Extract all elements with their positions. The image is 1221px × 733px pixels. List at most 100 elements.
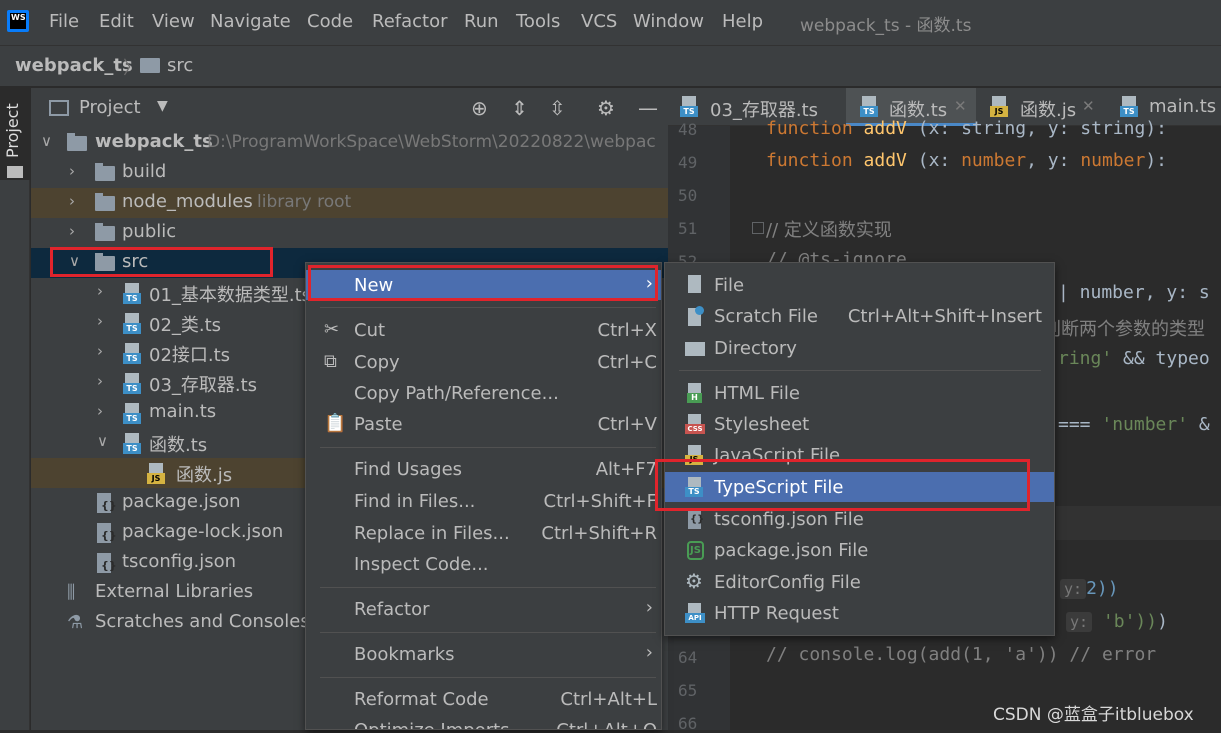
menu-run[interactable]: Run	[464, 11, 499, 32]
html-file-icon: H	[685, 383, 705, 403]
tree-row-root[interactable]: ∨ webpack_ts D:\ProgramWorkSpace\WebStor…	[31, 128, 668, 158]
copy-icon: ⧉	[324, 351, 337, 372]
menu-item-bookmarks[interactable]: Bookmarks ›	[306, 639, 661, 669]
tree-label: package-lock.json	[122, 521, 284, 542]
submenu-item-directory[interactable]: Directory	[665, 333, 1054, 363]
menu-separator	[320, 307, 656, 308]
chevron-right-icon[interactable]: ›	[69, 222, 75, 240]
menu-item-paste[interactable]: 📋 Paste Ctrl+V	[306, 409, 661, 439]
menu-help[interactable]: Help	[722, 11, 763, 32]
folder-icon	[140, 58, 160, 73]
tree-row-node-modules[interactable]: › node_modules library root	[31, 188, 668, 218]
context-menu: New › ✂ Cut Ctrl+X ⧉ Copy Ctrl+C Copy Pa…	[305, 262, 662, 730]
typescript-file-icon: TS	[123, 313, 143, 335]
chevron-down-icon[interactable]: ▼	[157, 98, 168, 114]
tree-label: tsconfig.json	[122, 551, 237, 572]
submenu-item-typescript-file[interactable]: TS TypeScript File	[665, 472, 1054, 502]
menu-item-inspect-code[interactable]: Inspect Code...	[306, 549, 661, 579]
submenu-item-file[interactable]: File	[665, 270, 1054, 300]
menu-edit[interactable]: Edit	[99, 11, 134, 32]
javascript-file-icon: JS	[990, 96, 1010, 118]
collapse-all-icon[interactable]: ⇳	[549, 96, 566, 120]
chevron-right-icon[interactable]: ›	[97, 372, 103, 390]
chevron-right-icon[interactable]: ›	[97, 402, 103, 420]
breadcrumb-folder[interactable]: src	[167, 55, 193, 76]
menu-item-new[interactable]: New ›	[306, 270, 661, 300]
submenu-item-editorconfig[interactable]: ⚙ EditorConfig File	[665, 567, 1054, 597]
menu-item-refactor[interactable]: Refactor ›	[306, 594, 661, 624]
menu-vcs[interactable]: VCS	[581, 11, 617, 32]
library-root-tag: library root	[257, 192, 352, 212]
gear-icon[interactable]: ⚙	[597, 96, 615, 120]
menu-item-copy-path[interactable]: Copy Path/Reference...	[306, 378, 661, 408]
submenu-item-html-file[interactable]: H HTML File	[665, 378, 1054, 408]
fold-marker-icon[interactable]	[752, 222, 764, 234]
submenu-item-javascript-file[interactable]: JS JavaScript File	[665, 440, 1054, 470]
chevron-down-icon[interactable]: ∨	[41, 132, 52, 150]
chevron-down-icon[interactable]: ∨	[97, 432, 108, 450]
chevron-down-icon[interactable]: ∨	[69, 252, 80, 270]
chevron-right-icon[interactable]: ›	[97, 342, 103, 360]
menu-code[interactable]: Code	[307, 11, 353, 32]
menu-file[interactable]: File	[49, 11, 79, 32]
folder-icon	[95, 163, 115, 181]
json-file-icon: {}	[95, 523, 117, 545]
submenu-item-package-json[interactable]: JS package.json File	[665, 535, 1054, 565]
javascript-file-icon: JS	[685, 445, 705, 465]
submenu-item-stylesheet[interactable]: CSS Stylesheet	[665, 409, 1054, 439]
chevron-right-icon[interactable]: ›	[69, 192, 75, 210]
menu-refactor[interactable]: Refactor	[372, 11, 448, 32]
code-line-64: // console.log(add(1, 'a')) // error	[766, 644, 1157, 665]
hide-icon[interactable]: —	[638, 96, 658, 120]
tree-label: node_modules	[122, 191, 253, 212]
menu-item-reformat-code[interactable]: Reformat Code Ctrl+Alt+L	[306, 684, 661, 714]
expand-all-icon[interactable]: ⇕	[511, 96, 528, 120]
chevron-right-icon[interactable]: ›	[69, 162, 75, 180]
submenu-item-http-request[interactable]: API HTTP Request	[665, 598, 1054, 628]
breadcrumb: webpack_ts 〉 src	[0, 45, 1221, 87]
menu-item-find-in-files[interactable]: Find in Files... Ctrl+Shift+F	[306, 486, 661, 516]
folder-icon	[95, 253, 115, 271]
tree-row-public[interactable]: › public	[31, 218, 668, 248]
folder-icon	[95, 193, 115, 211]
submenu-item-tsconfig[interactable]: {} tsconfig.json File	[665, 504, 1054, 534]
tree-label: 02接口.ts	[149, 345, 231, 366]
chevron-right-icon[interactable]: ›	[97, 312, 103, 330]
typescript-file-icon: TS	[123, 283, 143, 305]
submenu-item-scratch-file[interactable]: Scratch File Ctrl+Alt+Shift+Insert	[665, 301, 1054, 331]
project-panel-title[interactable]: Project	[79, 97, 141, 118]
scratches-icon: ⚗	[67, 612, 84, 633]
code-line-51: // 定义函数实现	[766, 220, 892, 241]
chevron-right-icon: ›	[645, 273, 653, 294]
menu-item-copy[interactable]: ⧉ Copy Ctrl+C	[306, 347, 661, 377]
current-line-highlight	[1056, 506, 1221, 540]
tree-row-build[interactable]: › build	[31, 158, 668, 188]
menu-navigate[interactable]: Navigate	[210, 11, 291, 32]
menu-view[interactable]: View	[152, 11, 195, 32]
menu-item-optimize-imports[interactable]: Optimize Imports Ctrl+Alt+O	[306, 715, 661, 729]
project-panel-header: Project ▼ ⊕ ⇕ ⇳ ⚙ —	[31, 88, 668, 128]
locate-icon[interactable]: ⊕	[471, 96, 488, 120]
menu-tools[interactable]: Tools	[516, 11, 560, 32]
project-view-icon	[49, 100, 69, 116]
library-icon: ⫼	[67, 582, 76, 603]
close-icon[interactable]: ✕	[954, 97, 967, 115]
code-line-49: function addV (x: number, y: number):	[766, 150, 1168, 171]
menu-item-cut[interactable]: ✂ Cut Ctrl+X	[306, 315, 661, 345]
stylesheet-icon: CSS	[685, 414, 705, 434]
chevron-right-icon[interactable]: ›	[97, 282, 103, 300]
code-fragment: y: 'b')))	[1066, 611, 1168, 632]
json-file-icon: {}	[95, 553, 117, 575]
menu-separator	[320, 587, 656, 588]
menu-item-replace-in-files[interactable]: Replace in Files... Ctrl+Shift+R	[306, 518, 661, 548]
tree-label: 函数.js	[176, 465, 233, 486]
tree-label: External Libraries	[95, 581, 254, 602]
close-icon[interactable]: ✕	[1082, 97, 1095, 115]
gear-icon: ⚙	[685, 569, 703, 593]
menu-window[interactable]: Window	[633, 11, 704, 32]
menu-item-find-usages[interactable]: Find Usages Alt+F7	[306, 454, 661, 484]
breadcrumb-project[interactable]: webpack_ts	[15, 55, 133, 76]
folder-icon	[67, 133, 87, 151]
code-fragment: y: 2))	[1060, 578, 1119, 599]
scratch-file-icon	[685, 306, 705, 326]
